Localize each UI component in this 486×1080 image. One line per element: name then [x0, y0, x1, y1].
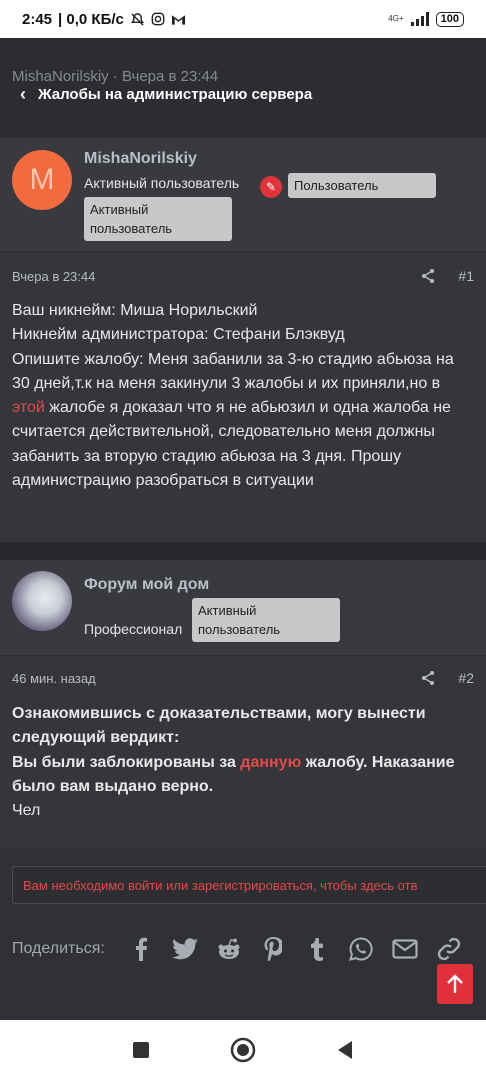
username[interactable]: Форум мой дом — [84, 576, 209, 594]
triangle-back-icon — [338, 1041, 352, 1059]
highlight-link[interactable]: данную — [240, 754, 301, 771]
bell-off-icon — [130, 12, 144, 26]
user-title: Профессионал — [84, 621, 183, 637]
avatar[interactable] — [12, 571, 72, 631]
post-1-body: Вчера в 23:44 #1 Ваш никнейм: Миша Норил… — [0, 252, 486, 542]
message-line: Ваш никнейм: Миша Норильский — [12, 302, 258, 319]
message-content: Ознакомившись с доказательствами, могу в… — [12, 702, 474, 823]
status-time: 2:45 — [22, 10, 53, 28]
post-1-author-block: M MishaNorilskiy Активный пользователь ✎… — [0, 138, 486, 252]
link-icon[interactable] — [427, 932, 471, 966]
login-required-notice[interactable]: Вам необходимо войти или зарегистрироват… — [12, 866, 486, 904]
arrow-up-icon — [447, 974, 463, 993]
instagram-icon — [151, 12, 165, 26]
avatar[interactable]: M — [12, 150, 72, 210]
message-line: Чел — [12, 802, 41, 820]
message-line: Опишите жалобу: Меня забанили за 3-ю ста… — [12, 350, 454, 490]
circle-icon — [230, 1037, 256, 1063]
recent-apps-button[interactable] — [126, 1035, 156, 1065]
thread-meta-ghost: MishaNorilskiy · Вчера в 23:44 — [12, 68, 219, 85]
home-button[interactable] — [228, 1035, 258, 1065]
post-2-author-block: Форум мой дом Профессионал Активный поль… — [0, 560, 486, 656]
whatsapp-icon[interactable] — [339, 932, 383, 966]
pinterest-icon[interactable] — [251, 932, 295, 966]
status-left: 2:45 | 0,0 КБ/с — [22, 11, 186, 28]
post-number[interactable]: #2 — [458, 670, 474, 686]
user-title: Активный пользователь — [84, 175, 240, 191]
signal-icon — [410, 12, 429, 26]
gmail-icon — [171, 14, 185, 25]
battery-indicator: 100 — [435, 11, 464, 27]
user-badge: Активный пользователь — [192, 598, 340, 642]
highlight-link[interactable]: этой — [12, 399, 45, 416]
post-number[interactable]: #1 — [458, 268, 474, 284]
post-time[interactable]: Вчера в 23:44 — [12, 269, 95, 284]
post-separator — [0, 542, 486, 560]
share-icon[interactable] — [420, 268, 436, 284]
network-label: 4G+ — [388, 14, 404, 23]
forum-title: Жалобы на администрацию сервера — [38, 86, 313, 103]
post-2-body: 46 мин. назад #2 Ознакомившись с доказат… — [0, 656, 486, 848]
twitter-icon[interactable] — [163, 932, 207, 966]
share-bar: Поделиться: — [12, 932, 471, 966]
share-icon[interactable] — [420, 670, 436, 686]
user-badge: Пользователь — [288, 173, 436, 198]
status-right: 4G+ 100 — [388, 11, 464, 27]
facebook-icon[interactable] — [119, 932, 163, 966]
user-badge: Активный пользователь — [84, 197, 232, 241]
post-meta: 46 мин. назад #2 — [12, 670, 474, 686]
back-to-forum-link[interactable]: ‹ Жалобы на администрацию сервера — [20, 84, 312, 105]
message-content: Ваш никнейм: Миша Норильский Никнейм адм… — [12, 299, 474, 493]
post-time[interactable]: 46 мин. назад — [12, 671, 96, 686]
message-line: Никнейм администратора: Стефани Блэквуд — [12, 326, 345, 344]
square-icon — [133, 1042, 149, 1058]
back-button[interactable] — [330, 1035, 360, 1065]
status-speed: | 0,0 КБ/с — [58, 10, 124, 28]
system-nav-bar — [0, 1020, 486, 1080]
username[interactable]: MishaNorilskiy — [84, 150, 197, 168]
chevron-left-icon: ‹ — [20, 84, 26, 104]
share-label: Поделиться: — [12, 940, 105, 957]
post-meta: Вчера в 23:44 #1 — [12, 268, 474, 284]
status-bar: 2:45 | 0,0 КБ/с 4G+ 100 — [0, 0, 486, 38]
message-line: Ознакомившись с доказательствами, могу в… — [12, 705, 426, 747]
message-line: Вы были заблокированы за данную жалобу. … — [12, 753, 455, 795]
reddit-icon[interactable] — [207, 932, 251, 966]
tumblr-icon[interactable] — [295, 932, 339, 966]
role-icon: ✎ — [260, 176, 282, 198]
scroll-to-top-button[interactable] — [437, 964, 473, 1004]
email-icon[interactable] — [383, 932, 427, 966]
